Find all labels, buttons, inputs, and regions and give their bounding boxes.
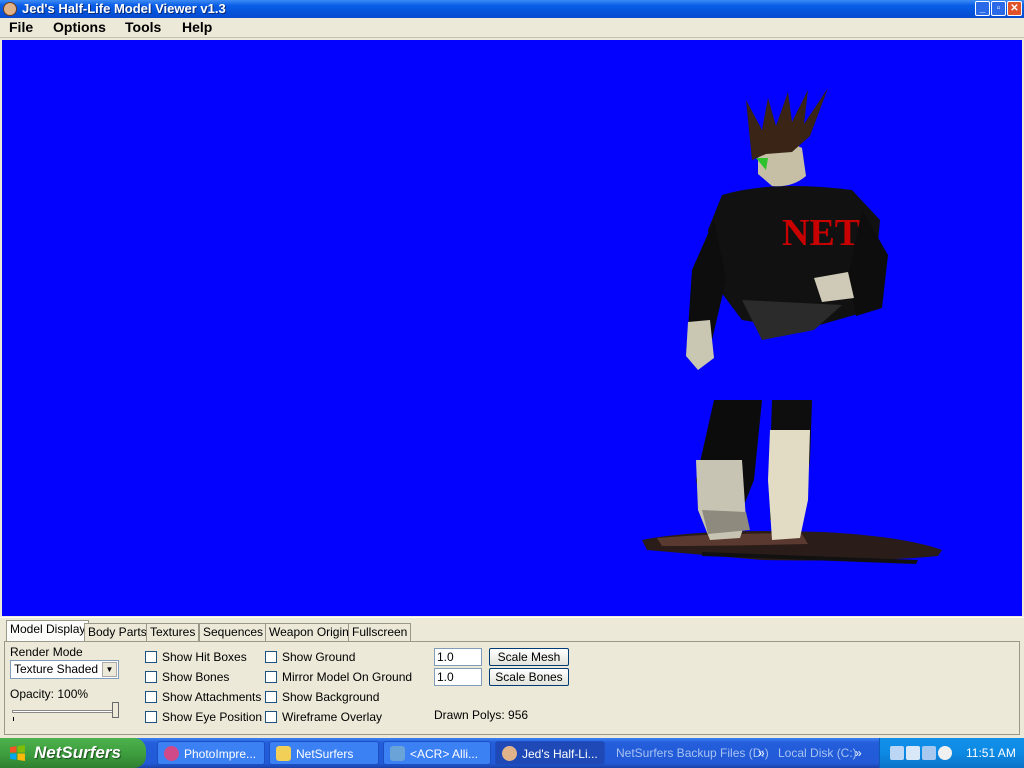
drawn-polys-label: Drawn Polys: 956: [434, 708, 529, 722]
show-hit-boxes-label: Show Hit Boxes: [162, 650, 247, 664]
slider-tick: [13, 717, 14, 721]
opacity-label: Opacity: 100%: [10, 687, 89, 701]
show-background-label: Show Background: [282, 690, 380, 704]
player-model: NET: [642, 88, 942, 564]
net-logo-text: NET: [782, 212, 860, 254]
menu-help[interactable]: Help: [182, 19, 212, 35]
chevron-down-icon[interactable]: ▼: [102, 662, 117, 677]
window-title: Jed's Half-Life Model Viewer v1.3: [22, 1, 226, 16]
task-photoimpact[interactable]: PhotoImpre...: [157, 741, 265, 765]
chevron-right-icon[interactable]: »: [855, 746, 862, 760]
show-background-checkbox[interactable]: [265, 691, 277, 703]
minimize-button[interactable]: _: [975, 1, 990, 16]
windows-flag-icon: [10, 745, 25, 761]
show-ground-label: Show Ground: [282, 650, 356, 664]
render-mode-label: Render Mode: [10, 645, 83, 659]
start-label: NetSurfers: [34, 743, 121, 762]
task-label: PhotoImpre...: [184, 747, 257, 761]
network-icon: [390, 746, 405, 761]
tab-textures[interactable]: Textures: [146, 623, 200, 642]
render-mode-select[interactable]: Texture Shaded ▼: [10, 660, 119, 679]
show-eye-position-label: Show Eye Position: [162, 710, 263, 724]
menu-options[interactable]: Options: [53, 19, 106, 35]
show-bones-label: Show Bones: [162, 670, 230, 684]
mirror-model-label: Mirror Model On Ground: [282, 670, 413, 684]
scale-bones-button[interactable]: Scale Bones: [489, 668, 569, 686]
control-panel: Model Display Body Parts Textures Sequen…: [0, 617, 1024, 737]
quick-link-local-disk[interactable]: Local Disk (C:): [778, 746, 857, 760]
monitor-tray-icon[interactable]: [906, 746, 920, 760]
network-connection-icon[interactable]: [922, 746, 936, 760]
model-viewport[interactable]: NET: [2, 40, 1022, 616]
close-button[interactable]: ✕: [1007, 1, 1022, 16]
opacity-slider-thumb[interactable]: [112, 702, 119, 718]
maximize-button[interactable]: ▫: [991, 1, 1006, 16]
chevron-right-icon[interactable]: »: [758, 746, 765, 760]
tab-sequences[interactable]: Sequences: [199, 623, 268, 642]
taskbar: NetSurfers PhotoImpre... NetSurfers <ACR…: [0, 738, 1024, 768]
app-icon: [502, 746, 517, 761]
scale-bones-input[interactable]: 1.0: [434, 668, 482, 686]
menu-tools[interactable]: Tools: [125, 19, 161, 35]
mirror-model-checkbox[interactable]: [265, 671, 277, 683]
show-bones-checkbox[interactable]: [145, 671, 157, 683]
show-eye-position-checkbox[interactable]: [145, 711, 157, 723]
scale-mesh-input[interactable]: 1.0: [434, 648, 482, 666]
photoimpact-icon: [164, 746, 179, 761]
wireframe-overlay-checkbox[interactable]: [265, 711, 277, 723]
scale-mesh-button[interactable]: Scale Mesh: [489, 648, 569, 666]
wireframe-overlay-label: Wireframe Overlay: [282, 710, 383, 724]
tab-weapon-origin[interactable]: Weapon Origin: [265, 623, 353, 642]
show-attachments-label: Show Attachments: [162, 690, 262, 704]
task-netsurfers-folder[interactable]: NetSurfers: [269, 741, 379, 765]
start-button[interactable]: NetSurfers: [0, 738, 146, 768]
menu-file[interactable]: File: [9, 19, 33, 35]
title-bar[interactable]: Jed's Half-Life Model Viewer v1.3 _ ▫ ✕: [0, 0, 1024, 18]
quick-link-backup-drive[interactable]: NetSurfers Backup Files (D:): [616, 746, 769, 760]
show-hit-boxes-checkbox[interactable]: [145, 651, 157, 663]
task-jeds-model-viewer[interactable]: Jed's Half-Li...: [495, 741, 605, 765]
clock[interactable]: 11:51 AM: [966, 746, 1016, 760]
render-mode-value: Texture Shaded: [14, 662, 99, 676]
show-attachments-checkbox[interactable]: [145, 691, 157, 703]
system-tray: 11:51 AM: [879, 738, 1024, 768]
speaker-icon[interactable]: [938, 746, 952, 760]
tab-model-display[interactable]: Model Display: [6, 620, 90, 642]
opacity-slider-track[interactable]: [12, 710, 116, 713]
network-tray-icon[interactable]: [890, 746, 904, 760]
task-label: Jed's Half-Li...: [522, 747, 598, 761]
show-ground-checkbox[interactable]: [265, 651, 277, 663]
tab-body-parts[interactable]: Body Parts: [84, 623, 151, 642]
folder-icon: [276, 746, 291, 761]
app-icon[interactable]: [3, 2, 17, 16]
tab-fullscreen[interactable]: Fullscreen: [348, 623, 412, 642]
menu-bar: File Options Tools Help: [0, 18, 1024, 38]
task-acr[interactable]: <ACR> Alli...: [383, 741, 491, 765]
task-label: <ACR> Alli...: [410, 747, 479, 761]
task-label: NetSurfers: [296, 747, 354, 761]
